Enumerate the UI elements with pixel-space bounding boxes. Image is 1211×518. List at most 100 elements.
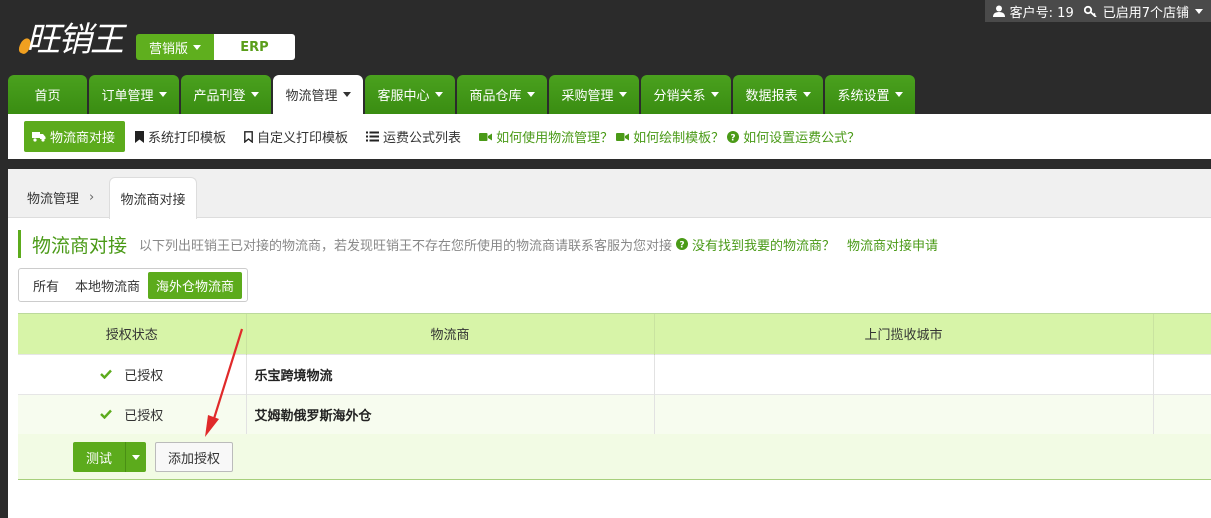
erp-button[interactable]: ERP (214, 34, 295, 60)
edition-dropdown[interactable]: 营销版 (136, 34, 214, 60)
column-header-status: 授权状态 (18, 314, 247, 354)
help-label: 如何设置运费公式？ (743, 131, 861, 146)
test-dropdown-toggle[interactable] (126, 442, 146, 472)
status-label: 已授权 (124, 408, 164, 424)
logo[interactable]: 旺销王 (16, 18, 131, 62)
missing-carrier-link[interactable]: ? 没有找到我要的物流商？ (676, 235, 835, 254)
nav-tab-label: 客服中心 (377, 89, 430, 104)
chevron-down-icon (526, 92, 535, 97)
svg-text:?: ? (679, 240, 684, 250)
nav-tab-label: 商品仓库 (469, 89, 522, 104)
carrier-integration-label: 物流商对接 (50, 131, 116, 146)
check-icon (100, 409, 113, 420)
nav-tab-logistics[interactable]: 物流管理 (273, 75, 363, 114)
page-description: 以下列出旺销王已对接的物流商，若发现旺销王不存在您所使用的物流商请联系客服为您对… (139, 238, 673, 254)
chevron-down-icon (618, 92, 627, 97)
status-cell: 已授权 (18, 394, 247, 434)
column-header-pickup-city: 上门揽收城市 (654, 314, 1154, 354)
nav-tab-label: 系统设置 (837, 89, 890, 104)
edition-switch: 营销版 ERP (136, 34, 296, 60)
check-icon (100, 369, 113, 379)
pickup-city-cell (654, 394, 1154, 434)
help-shipping-formula-link[interactable]: ? 如何设置运费公式？ (727, 127, 860, 146)
account-info[interactable]: 客户号: 19 (992, 2, 1074, 21)
custom-print-template-link[interactable]: 自定义打印模板 (244, 127, 348, 146)
nav-tab-label: 采购管理 (561, 89, 614, 104)
chevron-down-icon (158, 92, 167, 97)
table-row[interactable]: 已授权 乐宝跨境物流 (18, 354, 1211, 394)
page-heading: 物流商对接 以下列出旺销王已对接的物流商，若发现旺销王不存在您所使用的物流商请联… (18, 230, 938, 258)
chevron-down-icon (1195, 8, 1203, 14)
carrier-cell: 乐宝跨境物流 (246, 354, 655, 394)
chevron-down-icon (250, 92, 259, 97)
help-label: 如何使用物流管理？ (496, 131, 614, 146)
breadcrumb-root-label: 物流管理 (27, 192, 80, 207)
chevron-down-icon (132, 454, 140, 460)
bookmark-icon (135, 130, 145, 143)
chevron-down-icon (434, 92, 443, 97)
test-split-button: 测试 (73, 442, 146, 472)
nav-tab-label: 产品刊登 (193, 89, 246, 104)
stores-info[interactable]: 已启用7个店铺 (1083, 2, 1203, 21)
content-panel: 物流管理 › 物流商对接 物流商对接 以下列出旺销王已对接的物流商，若发现旺销王… (8, 169, 1211, 518)
filter-overseas[interactable]: 海外仓物流商 (148, 271, 243, 299)
nav-tab-orders[interactable]: 订单管理 (89, 75, 179, 114)
top-header: 客户号: 19 已启用7个店铺 旺销王 营销版 ERP 首页 订单管理 产品刊登… (0, 0, 1211, 114)
carrier-cell: 艾姆勒俄罗斯海外仓 (246, 394, 655, 434)
extra-cell (1153, 394, 1211, 434)
missing-carrier-label: 没有找到我要的物流商？ (692, 238, 836, 254)
help-logistics-link[interactable]: 如何使用物流管理？ (479, 127, 613, 146)
main-nav: 首页 订单管理 产品刊登 物流管理 客服中心 商品仓库 采购管理 分销关系 数据… (8, 75, 917, 114)
table-header-row: 授权状态 物流商 上门揽收城市 (18, 314, 1211, 354)
chevron-down-icon (193, 44, 201, 50)
breadcrumb-current-tab[interactable]: 物流商对接 (109, 177, 197, 219)
shipping-formula-list-link[interactable]: 运费公式列表 (366, 127, 461, 146)
video-camera-icon (616, 132, 630, 141)
nav-tab-warehouse[interactable]: 商品仓库 (457, 75, 547, 114)
nav-tab-distribution[interactable]: 分销关系 (641, 75, 731, 114)
link-label: 运费公式列表 (383, 131, 462, 146)
nav-tab-label: 首页 (34, 89, 61, 104)
stores-label: 已启用7个店铺 (1102, 5, 1189, 21)
svg-text:?: ? (730, 133, 735, 143)
link-label: 系统打印模板 (148, 131, 227, 146)
carrier-type-filter: 所有 本地物流商 海外仓物流商 (18, 268, 249, 302)
nav-tab-reports[interactable]: 数据报表 (733, 75, 823, 114)
video-camera-icon (479, 132, 493, 141)
table-actions: 测试 添加授权 (18, 434, 1211, 479)
nav-tab-customer-service[interactable]: 客服中心 (365, 75, 455, 114)
carrier-integration-button[interactable]: 物流商对接 (24, 121, 126, 152)
link-label: 自定义打印模板 (257, 131, 349, 146)
breadcrumb-root[interactable]: 物流管理 › (27, 188, 94, 207)
filter-local[interactable]: 本地物流商 (67, 272, 148, 299)
chevron-down-icon (802, 92, 811, 97)
pickup-city-cell (654, 354, 1154, 394)
nav-tab-label: 物流管理 (285, 89, 338, 104)
breadcrumb: 物流管理 › 物流商对接 (8, 169, 1211, 219)
help-template-link[interactable]: 如何绘制模板？ (616, 127, 724, 146)
edition-label: 营销版 (148, 41, 188, 57)
help-label: 如何绘制模板？ (633, 131, 725, 146)
page-title: 物流商对接 (32, 234, 128, 257)
logo-text: 旺销王 (26, 20, 124, 60)
extra-cell (1153, 354, 1211, 394)
nav-tab-settings[interactable]: 系统设置 (825, 75, 915, 114)
carrier-table: 授权状态 物流商 上门揽收城市 已授权 乐宝跨境物流 已授权 艾姆勒俄罗斯海外仓… (18, 313, 1211, 480)
carrier-apply-link[interactable]: 物流商对接申请 (847, 235, 938, 254)
test-button[interactable]: 测试 (73, 442, 126, 472)
chevron-right-icon: › (89, 190, 95, 205)
filter-all[interactable]: 所有 (25, 272, 67, 299)
table-row[interactable]: 已授权 艾姆勒俄罗斯海外仓 (18, 394, 1211, 434)
status-cell: 已授权 (18, 354, 247, 394)
system-print-template-link[interactable]: 系统打印模板 (135, 127, 226, 146)
user-icon (992, 5, 1005, 17)
nav-tab-label: 分销关系 (653, 89, 706, 104)
nav-tab-home[interactable]: 首页 (8, 75, 87, 114)
chevron-down-icon (894, 92, 903, 97)
truck-icon (32, 132, 46, 142)
nav-tab-listing[interactable]: 产品刊登 (181, 75, 271, 114)
nav-tab-label: 数据报表 (745, 89, 798, 104)
breadcrumb-current-label: 物流商对接 (120, 193, 186, 208)
nav-tab-purchasing[interactable]: 采购管理 (549, 75, 639, 114)
add-authorization-button[interactable]: 添加授权 (155, 442, 233, 472)
